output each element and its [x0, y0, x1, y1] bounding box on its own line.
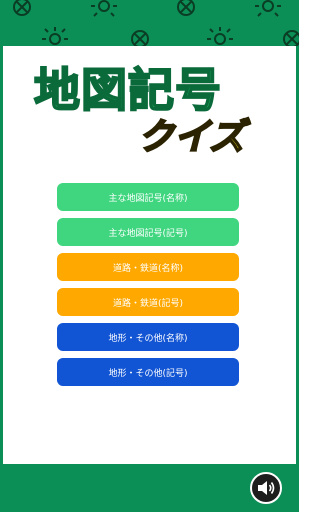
power-plant-symbol-icon: [207, 27, 233, 45]
factory-symbol-icon: [177, 0, 195, 16]
title-main: 地図記号: [33, 62, 222, 118]
speaker-icon: [258, 481, 275, 495]
road-rail-symbol-button[interactable]: 道路・鉄道(記号): [57, 288, 239, 316]
factory-symbol-icon: [283, 30, 299, 46]
main-symbols-symbol-button[interactable]: 主な地図記号(記号): [57, 218, 239, 246]
power-plant-symbol-icon: [91, 0, 117, 17]
left-frame: [0, 46, 3, 464]
power-plant-symbol-icon: [42, 27, 68, 45]
title-sub: クイズ: [137, 116, 246, 159]
factory-symbol-icon: [131, 30, 149, 46]
factory-symbol-icon: [13, 0, 31, 16]
terrain-other-symbol-button[interactable]: 地形・その他(記号): [57, 358, 239, 386]
main-symbols-name-button[interactable]: 主な地図記号(名称): [57, 183, 239, 211]
right-frame: [296, 46, 299, 464]
top-banner: [0, 0, 299, 46]
quiz-menu: 主な地図記号(名称) 主な地図記号(記号) 道路・鉄道(名称) 道路・鉄道(記号…: [57, 183, 239, 393]
map-symbols-pattern: [13, 0, 299, 46]
power-plant-symbol-icon: [255, 0, 281, 17]
terrain-other-name-button[interactable]: 地形・その他(名称): [57, 323, 239, 351]
road-rail-name-button[interactable]: 道路・鉄道(名称): [57, 253, 239, 281]
sound-toggle-button[interactable]: [250, 472, 282, 504]
